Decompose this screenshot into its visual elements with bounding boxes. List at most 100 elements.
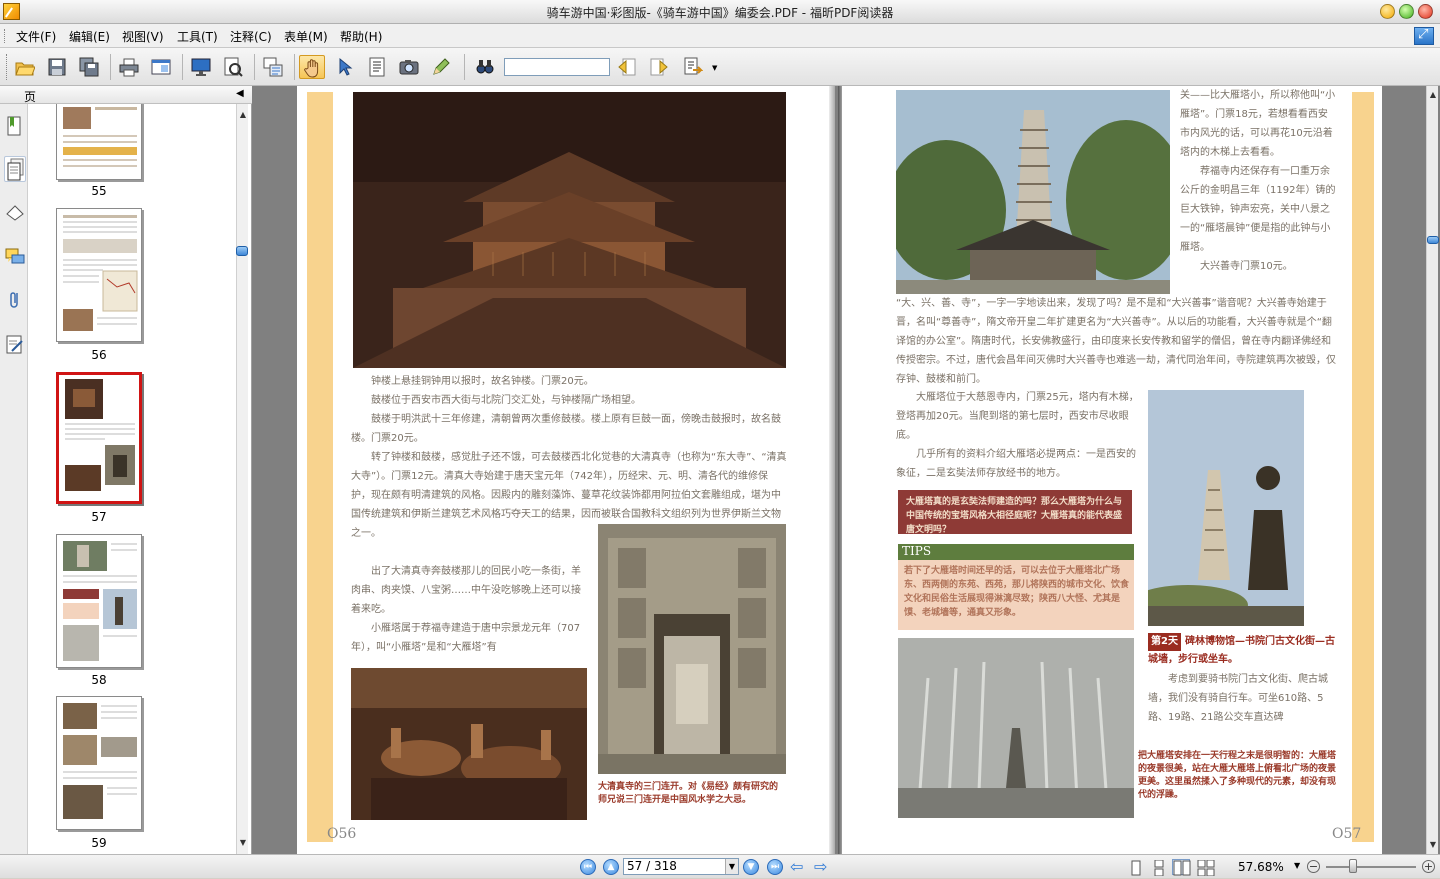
zoom-out-button[interactable]: − — [1307, 860, 1320, 873]
zoom-slider-track[interactable] — [1326, 866, 1416, 868]
page-thumbnail-panel: 页 ◀ 55 56 57 58 59 ▲ ▼ — [0, 86, 252, 854]
thumbnail-list: 55 56 57 58 59 — [28, 104, 236, 854]
zoom-level[interactable]: 57.68% — [1238, 860, 1284, 874]
bookmark-tab[interactable] — [4, 114, 26, 140]
hand-tool-button[interactable] — [299, 55, 325, 79]
next-page-button[interactable]: ▼ — [743, 859, 759, 875]
open-button[interactable] — [12, 55, 38, 79]
attachments-icon — [10, 292, 18, 308]
menu-help[interactable]: 帮助(H) — [340, 28, 382, 45]
tips-text: 若下了大雁塔时间还早的话，可以去位于大雁塔北广场东、西两侧的东苑、西苑，那儿将陕… — [904, 566, 1130, 618]
paragraph: 钟楼上悬挂铜钟用以报时，故名钟楼。门票20元。 — [371, 376, 594, 387]
scroll-down-icon[interactable]: ▼ — [238, 838, 248, 848]
hand-tool-icon — [304, 59, 319, 78]
export-button[interactable]: ▼ — [680, 55, 717, 79]
thumbnail-page-57[interactable] — [56, 372, 142, 504]
text-select-button[interactable] — [364, 55, 390, 79]
comments-tab[interactable] — [4, 244, 26, 270]
document-scrollbar[interactable]: ▲ ▼ — [1426, 86, 1439, 854]
layers-icon — [6, 205, 24, 221]
first-page-button[interactable]: ⏮ — [580, 859, 596, 875]
thumbnail-scrollbar[interactable]: ▲ ▼ — [236, 104, 248, 854]
layers-tab[interactable] — [4, 200, 26, 226]
signature-tab[interactable] — [4, 332, 26, 358]
menu-grip — [4, 29, 7, 43]
find-next-button[interactable] — [646, 55, 672, 79]
pdf-page-57: 关——比大雁塔小，所以称他叫“小雁塔”。门票18元，若想看看西安市内风光的话，可… — [842, 86, 1382, 854]
back-arrow-icon[interactable]: ⇦ — [790, 858, 803, 876]
scroll-up-icon[interactable]: ▲ — [238, 110, 248, 120]
day-badge: 第2天 — [1148, 633, 1181, 651]
save-all-button[interactable] — [76, 55, 102, 79]
drum-tower-photo — [353, 92, 786, 368]
print-button[interactable] — [116, 55, 142, 79]
select-button[interactable] — [332, 55, 358, 79]
window-title: 骑车游中国·彩图版-《骑车游中国》编委会.PDF - 福昕PDF阅读器 — [546, 6, 894, 20]
export-dropdown-icon[interactable]: ▼ — [712, 64, 717, 72]
thumbnail-image — [63, 215, 138, 331]
snapshot-button[interactable] — [396, 55, 422, 79]
zoom-slider-thumb[interactable] — [1349, 859, 1357, 873]
collapse-panel-icon[interactable]: ◀ — [236, 88, 244, 99]
toolbar-separator — [110, 54, 111, 80]
continuous-view-button[interactable] — [1149, 859, 1167, 877]
zoom-page-button[interactable] — [220, 55, 246, 79]
pages-tab[interactable] — [4, 156, 26, 182]
save-icon — [48, 58, 66, 76]
find-button[interactable] — [472, 55, 498, 79]
scroll-up-icon[interactable]: ▲ — [1428, 90, 1438, 100]
minimize-button[interactable] — [1380, 4, 1395, 19]
zoom-page-icon — [224, 57, 243, 77]
continuous-facing-view-button[interactable] — [1196, 859, 1215, 877]
pages-icon — [7, 158, 24, 181]
text-select-icon — [369, 57, 385, 77]
edit-button[interactable] — [428, 55, 454, 79]
thumbnail-page-58[interactable] — [56, 534, 142, 668]
fullscreen-icon[interactable] — [1414, 27, 1434, 45]
maximize-button[interactable] — [1399, 4, 1414, 19]
save-all-icon — [79, 57, 99, 77]
thumbnail-image — [63, 703, 137, 819]
scroll-thumb[interactable] — [1427, 236, 1439, 244]
open-icon — [15, 62, 35, 76]
photo-caption: 大清真寺的三门连开。对《易经》颇有研究的师兄说三门连开是中国风水学之大忌。 — [598, 782, 779, 805]
thumbnail-page-56[interactable] — [56, 208, 142, 342]
thumbnail-page-59[interactable] — [56, 696, 142, 830]
zoom-dropdown-icon[interactable]: ▼ — [1294, 861, 1300, 870]
paragraph: 大雁塔位于大慈恩寺内，门票25元，塔内有木梯，登塔再加20元。当爬到塔的第七层时… — [896, 392, 1139, 441]
forward-arrow-icon[interactable]: ⇨ — [814, 858, 827, 876]
reflow-button[interactable] — [260, 55, 286, 79]
find-previous-button[interactable] — [614, 55, 640, 79]
bookmark-icon — [7, 116, 21, 136]
single-page-view-button[interactable] — [1126, 859, 1144, 876]
menu-comment[interactable]: 注释(C) — [230, 28, 272, 45]
fit-window-button[interactable] — [148, 55, 174, 79]
menu-edit[interactable]: 编辑(E) — [69, 28, 110, 45]
export-icon — [684, 57, 703, 75]
tips-box: TIPS 若下了大雁塔时间还早的话，可以去位于大雁塔北广场东、西两侧的东苑、西苑… — [898, 544, 1134, 630]
panel-splitter-handle[interactable] — [236, 246, 248, 256]
page-dropdown-icon[interactable]: ▼ — [725, 859, 738, 874]
menu-file[interactable]: 文件(F) — [16, 28, 56, 45]
menu-form[interactable]: 表单(M) — [284, 28, 328, 45]
thumbnail-page-55[interactable] — [56, 104, 142, 180]
thumbnail-image — [63, 541, 137, 661]
page-number-field[interactable]: 57 / 318 ▼ — [623, 858, 739, 875]
signature-icon — [6, 335, 23, 354]
menu-tools[interactable]: 工具(T) — [177, 28, 218, 45]
previous-page-button[interactable]: ▲ — [603, 859, 619, 875]
attachments-tab[interactable] — [4, 288, 26, 314]
scroll-down-icon[interactable]: ▼ — [1428, 840, 1438, 850]
save-button[interactable] — [44, 55, 70, 79]
full-screen-button[interactable] — [188, 55, 214, 79]
close-button[interactable] — [1418, 4, 1433, 19]
search-input[interactable] — [504, 58, 610, 76]
paragraph: 大兴善寺门票10元。 — [1200, 261, 1293, 272]
zoom-in-button[interactable]: + — [1422, 860, 1435, 873]
menu-view[interactable]: 视图(V) — [122, 28, 164, 45]
select-arrow-icon — [339, 57, 353, 76]
facing-view-button[interactable] — [1172, 859, 1191, 876]
last-page-button[interactable]: ⏭ — [767, 859, 783, 875]
toolbar-separator — [464, 54, 465, 80]
paragraph: 出了大清真寺奔鼓楼那儿的回民小吃一条街，羊肉串、肉夹馍、八宝粥……中午没吃够晚上… — [351, 566, 581, 615]
